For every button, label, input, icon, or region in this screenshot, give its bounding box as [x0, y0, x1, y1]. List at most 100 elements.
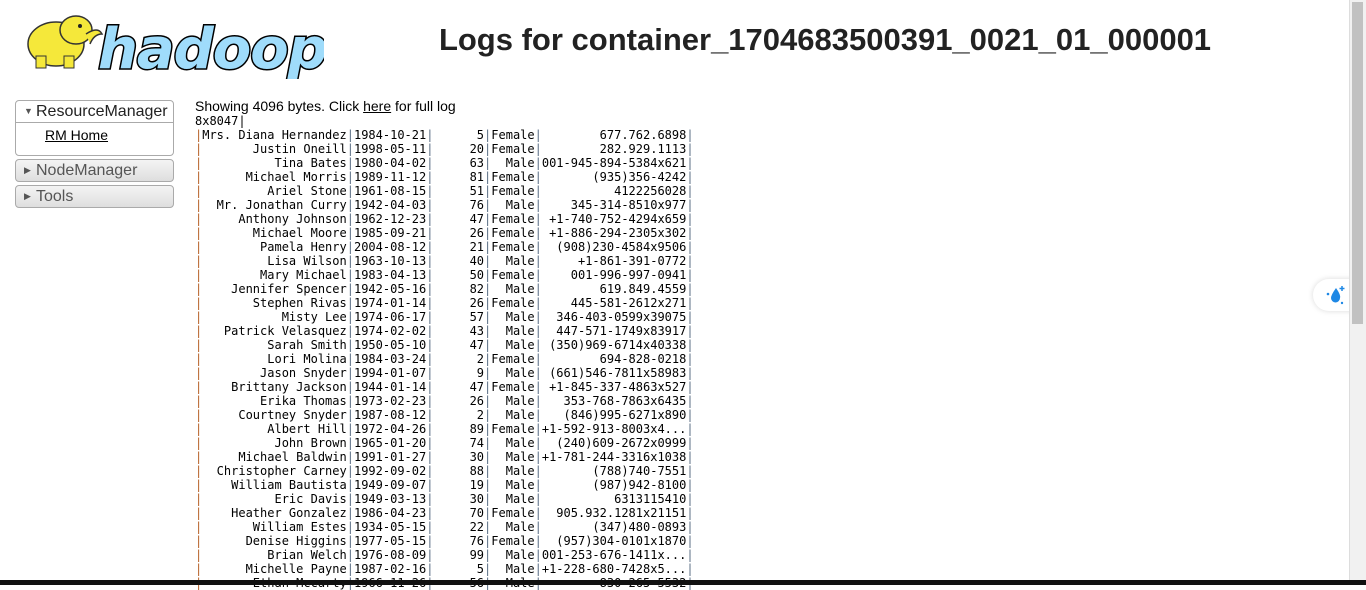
log-cell: 30	[433, 450, 485, 464]
log-cell: 26	[433, 226, 485, 240]
log-cell: Christopher Carney	[202, 464, 347, 478]
log-cell: Misty Lee	[202, 310, 347, 324]
sidebar-header-resourcemanager[interactable]: ▼ ResourceManager	[16, 101, 173, 123]
log-cell: (347)480-0893	[541, 520, 687, 534]
log-cell: 1984-03-24	[353, 352, 427, 366]
log-cell: Female	[491, 212, 535, 226]
log-row: | Eric Davis|1949-03-13| 30| Male| 63131…	[195, 492, 694, 506]
log-text: 8x8047| |Mrs. Diana Hernandez|1984-10-21…	[195, 114, 694, 590]
log-cell: 1973-02-23	[353, 394, 427, 408]
log-cell: 6313115410	[541, 492, 687, 506]
log-cell: Female	[491, 170, 535, 184]
log-cell: 57	[433, 310, 485, 324]
log-cell: +1-845-337-4863x527	[541, 380, 687, 394]
log-cell: Tina Bates	[202, 156, 347, 170]
full-log-link[interactable]: here	[363, 98, 391, 114]
log-row: | Anthony Johnson|1962-12-23| 47|Female|…	[195, 212, 694, 226]
log-cell: Patrick Velasquez	[202, 324, 347, 338]
log-cell: +1-886-294-2305x302	[541, 226, 687, 240]
log-row: | Albert Hill|1972-04-26| 89|Female|+1-5…	[195, 422, 694, 436]
log-cell: 9	[433, 366, 485, 380]
log-cell: 282.929.1113	[541, 142, 687, 156]
log-cell: 1974-06-17	[353, 310, 427, 324]
log-cell: Erika Thomas	[202, 394, 347, 408]
log-cell: 76	[433, 198, 485, 212]
log-cell: 99	[433, 548, 485, 562]
log-row: | Erika Thomas|1973-02-23| 26| Male| 353…	[195, 394, 694, 408]
log-cell: Female	[491, 422, 535, 436]
log-cell: 70	[433, 506, 485, 520]
log-cell: Male	[491, 562, 535, 576]
showing-prefix: Showing 4096 bytes. Click	[195, 98, 364, 114]
scrollbar-thumb[interactable]	[1352, 2, 1363, 324]
log-cell: 47	[433, 380, 485, 394]
log-cell: Courtney Snyder	[202, 408, 347, 422]
log-cell: 40	[433, 254, 485, 268]
log-cell: Michelle Payne	[202, 562, 347, 576]
log-cell: Brian Welch	[202, 548, 347, 562]
log-row: | Misty Lee|1974-06-17| 57| Male| 346-40…	[195, 310, 694, 324]
log-cell: Female	[491, 506, 535, 520]
log-cell: 1991-01-27	[353, 450, 427, 464]
log-cell: (935)356-4242	[541, 170, 687, 184]
log-cell: Female	[491, 142, 535, 156]
log-cell: Male	[491, 310, 535, 324]
log-cell: Anthony Johnson	[202, 212, 347, 226]
log-cell: Jennifer Spencer	[202, 282, 347, 296]
log-cell: 1942-04-03	[353, 198, 427, 212]
log-row: | Stephen Rivas|1974-01-14| 26|Female| 4…	[195, 296, 694, 310]
log-cell: 1992-09-02	[353, 464, 427, 478]
hadoop-elephant-logo-icon: hadoop	[27, 15, 329, 84]
log-cell: 88	[433, 464, 485, 478]
log-cell: 353-768-7863x6435	[541, 394, 687, 408]
log-cell: Male	[491, 436, 535, 450]
log-row: | Michelle Payne|1987-02-16| 5| Male|+1-…	[195, 562, 694, 576]
log-cell: 1965-01-20	[353, 436, 427, 450]
log-cell: (908)230-4584x9506	[541, 240, 687, 254]
sidebar-header-label: Tools	[36, 188, 74, 205]
log-cell: 1976-08-09	[353, 548, 427, 562]
log-cell: 21	[433, 240, 485, 254]
log-cell: 19	[433, 478, 485, 492]
log-row: | Courtney Snyder|1987-08-12| 2| Male| (…	[195, 408, 694, 422]
log-cell: John Brown	[202, 436, 347, 450]
triangle-right-icon: ▶	[24, 191, 31, 202]
log-cell: Male	[491, 366, 535, 380]
log-cell: Female	[491, 380, 535, 394]
log-cell: 001-253-676-1411x...	[541, 548, 687, 562]
log-cell: 1994-01-07	[353, 366, 427, 380]
log-cell: 1972-04-26	[353, 422, 427, 436]
log-row: | Heather Gonzalez|1986-04-23| 70|Female…	[195, 506, 694, 520]
log-cell: 677.762.6898	[541, 128, 687, 142]
log-row: |Mrs. Diana Hernandez|1984-10-21| 5|Fema…	[195, 128, 694, 142]
log-cell: Female	[491, 296, 535, 310]
log-cell: Male	[491, 492, 535, 506]
log-row: | Brittany Jackson|1944-01-14| 47|Female…	[195, 380, 694, 394]
bottom-edge	[0, 580, 1366, 585]
log-cell: 1962-12-23	[353, 212, 427, 226]
log-line: 8x8047|	[195, 114, 246, 128]
log-cell: Male	[491, 548, 535, 562]
log-cell: Pamela Henry	[202, 240, 347, 254]
sidebar-header-tools[interactable]: ▶ Tools	[16, 186, 173, 207]
sidebar-section-nodemanager: ▶ NodeManager	[15, 159, 174, 182]
log-cell: 1942-05-16	[353, 282, 427, 296]
log-cell: 76	[433, 534, 485, 548]
log-cell: Lori Molina	[202, 352, 347, 366]
log-cell: (240)609-2672x0999	[541, 436, 687, 450]
log-cell: Mrs. Diana Hernandez	[202, 128, 347, 142]
log-cell: 20	[433, 142, 485, 156]
vertical-scrollbar[interactable]	[1349, 0, 1366, 580]
log-cell: Female	[491, 534, 535, 548]
log-cell: Male	[491, 520, 535, 534]
log-cell: 30	[433, 492, 485, 506]
sidebar-header-nodemanager[interactable]: ▶ NodeManager	[16, 160, 173, 181]
log-cell: Male	[491, 338, 535, 352]
log-cell: Jason Snyder	[202, 366, 347, 380]
log-cell: Male	[491, 324, 535, 338]
log-cell: +1-592-913-8003x4...	[541, 422, 687, 436]
log-row: | Sarah Smith|1950-05-10| 47| Male| (350…	[195, 338, 694, 352]
log-row: | Mary Michael|1983-04-13| 50|Female| 00…	[195, 268, 694, 282]
log-cell: Heather Gonzalez	[202, 506, 347, 520]
rm-home-link[interactable]: RM Home	[45, 127, 173, 143]
